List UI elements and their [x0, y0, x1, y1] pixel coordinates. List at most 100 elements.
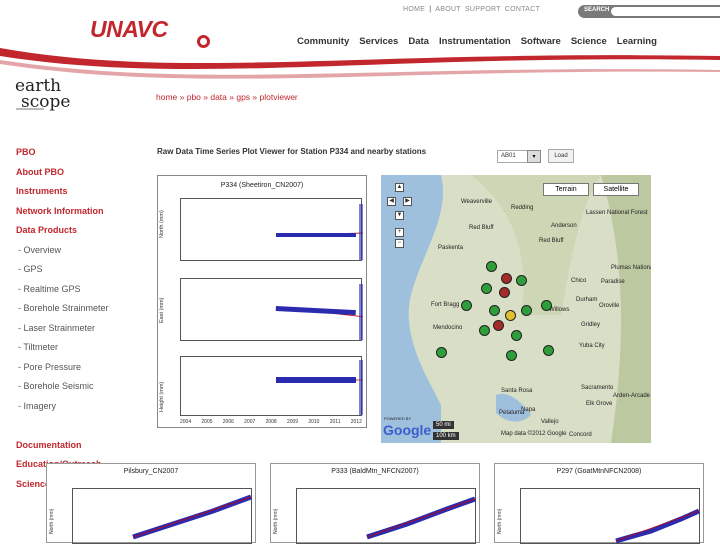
east-axis-label: East (mm): [159, 297, 165, 323]
year-tick: 2008: [265, 419, 277, 425]
pan-down-icon[interactable]: ▼: [395, 211, 404, 220]
nav-divider: |: [429, 6, 432, 13]
pan-up-icon[interactable]: ▲: [395, 183, 404, 192]
east-series: [275, 284, 367, 340]
year-tick: 2011: [329, 419, 341, 425]
station-marker[interactable]: [511, 330, 522, 341]
map-place-label: Paskenta: [438, 245, 464, 251]
satellite-button[interactable]: Satellite: [593, 183, 639, 196]
station-marker[interactable]: [516, 275, 527, 286]
map-place-label: Weaverville: [461, 199, 492, 205]
year-tick: 2012: [350, 419, 362, 425]
pan-left-icon[interactable]: ◀: [387, 197, 396, 206]
sidebar: PBO About PBO Instruments Network Informati…: [16, 146, 146, 497]
station-marker[interactable]: [521, 305, 532, 316]
unavco-logo[interactable]: UNAVC: [90, 16, 168, 43]
height-series: [276, 360, 366, 415]
chevron-down-icon[interactable]: ▾: [527, 150, 541, 163]
sidebar-item[interactable]: Pore Pressure: [16, 361, 146, 381]
station-marker[interactable]: [436, 347, 447, 358]
bottom-plot-title: Pilsbury_CN2007: [123, 468, 179, 475]
map-place-label: Durham: [576, 297, 598, 303]
bottom-plot-area: [72, 488, 252, 544]
map-place-label: Mendocino: [433, 325, 463, 331]
zoom-out-icon[interactable]: −: [395, 239, 404, 248]
map-copyright: Map data ©2012 Google: [501, 431, 567, 437]
station-marker[interactable]: [461, 300, 472, 311]
terrain-button[interactable]: Terrain: [543, 183, 589, 196]
home-link[interactable]: HOME: [403, 6, 425, 13]
map-place-label: Santa Rosa: [501, 388, 533, 394]
nav-community[interactable]: Community: [297, 36, 349, 47]
north-series: [275, 204, 367, 260]
sidebar-item[interactable]: Imagery: [16, 400, 146, 420]
nav-data[interactable]: Data: [408, 36, 429, 47]
main-nav: Community Services Data Instrumentation …: [297, 36, 657, 47]
sidebar-item[interactable]: Instruments: [16, 185, 146, 205]
timeseries-panel: P334 (Sheetiron_CN2007) North (mm) East …: [157, 175, 367, 428]
bottom-plot-area: [296, 488, 476, 544]
bottom-series: [132, 494, 252, 540]
sidebar-item[interactable]: Overview: [16, 244, 146, 264]
map-place-label: Plumas National Forest: [611, 265, 651, 271]
station-marker[interactable]: [506, 350, 517, 361]
earthscope-logo-line1[interactable]: earth: [15, 78, 61, 95]
nav-science[interactable]: Science: [571, 36, 607, 47]
sidebar-item[interactable]: GPS: [16, 263, 146, 283]
powered-by: POWERED BY: [384, 416, 412, 421]
sidebar-item[interactable]: Borehole Strainmeter: [16, 302, 146, 322]
nav-learning[interactable]: Learning: [617, 36, 657, 47]
sidebar-item[interactable]: PBO: [16, 146, 146, 166]
map-place-label: Arden-Arcade: [613, 393, 651, 399]
station-marker[interactable]: [543, 345, 554, 356]
station-marker[interactable]: [486, 261, 497, 272]
station-marker[interactable]: [541, 300, 552, 311]
search-bar: SEARCH: [578, 5, 720, 18]
height-subplot: [180, 356, 366, 416]
nav-services[interactable]: Services: [359, 36, 398, 47]
bottom-plot-3: P297 (GoatMtnNFCN2008) North (mm): [494, 463, 704, 544]
station-marker[interactable]: [479, 325, 490, 336]
nav-software[interactable]: Software: [521, 36, 561, 47]
station-marker[interactable]: [481, 283, 492, 294]
station-marker[interactable]: [499, 287, 510, 298]
station-marker[interactable]: [489, 305, 500, 316]
bottom-plot-ylabel: North (mm): [273, 508, 279, 534]
zoom-in-icon[interactable]: +: [395, 228, 404, 237]
search-input[interactable]: [611, 7, 720, 16]
plot-title: P334 (Sheetiron_CN2007): [220, 182, 304, 189]
nav-instrumentation[interactable]: Instrumentation: [439, 36, 511, 47]
bottom-series: [366, 496, 476, 540]
year-tick: 2007: [244, 419, 256, 425]
support-link[interactable]: SUPPORT: [465, 6, 501, 13]
pan-right-icon[interactable]: ▶: [403, 197, 412, 206]
year-axis: 2004 2005 2006 2007 2008 2009 2010 2011 …: [180, 419, 362, 425]
utility-nav: HOME | ABOUT SUPPORT CONTACT: [403, 6, 540, 13]
sidebar-item[interactable]: Documentation: [16, 439, 146, 459]
sidebar-item[interactable]: Network Information: [16, 205, 146, 225]
scale-km: 100 km: [433, 432, 459, 440]
station-marker[interactable]: [501, 273, 512, 284]
sidebar-item[interactable]: About PBO: [16, 166, 146, 186]
bottom-plot-ylabel: North (mm): [497, 508, 503, 534]
sidebar-item[interactable]: Data Products: [16, 224, 146, 244]
sidebar-item[interactable]: Tiltmeter: [16, 341, 146, 361]
sidebar-item: [16, 419, 146, 439]
breadcrumb[interactable]: home » pbo » data » gps » plotviewer: [156, 92, 298, 102]
map-place-label: Anderson: [551, 223, 577, 229]
sidebar-item[interactable]: Realtime GPS: [16, 283, 146, 303]
map-place-label: Red Bluff: [469, 225, 494, 231]
year-tick: 2010: [308, 419, 320, 425]
station-map[interactable]: Terrain Satellite ▲ ◀ ▶ ▼ + − Redding And…: [381, 175, 651, 443]
map-place-label: Sacramento: [581, 385, 614, 391]
station-marker[interactable]: [493, 320, 504, 331]
sidebar-item[interactable]: Borehole Seismic: [16, 380, 146, 400]
contact-link[interactable]: CONTACT: [505, 6, 540, 13]
station-marker-selected[interactable]: [505, 310, 516, 321]
year-tick: 2005: [201, 419, 213, 425]
map-place-label: Chico: [571, 278, 587, 284]
sidebar-item[interactable]: Laser Strainmeter: [16, 322, 146, 342]
map-place-label: Vallejo: [541, 419, 559, 425]
about-link[interactable]: ABOUT: [435, 6, 461, 13]
load-button[interactable]: Load: [548, 149, 574, 163]
